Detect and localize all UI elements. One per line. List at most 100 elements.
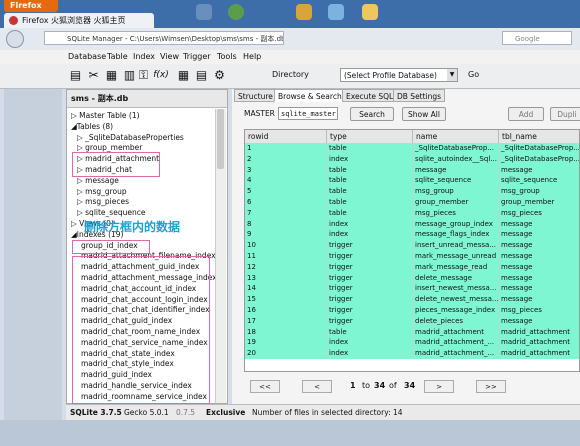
- cell-type[interactable]: table: [327, 186, 413, 197]
- cell-rowid[interactable]: 14: [245, 283, 327, 295]
- back-button[interactable]: [6, 30, 24, 48]
- tools-icon[interactable]: ✂: [86, 68, 101, 83]
- first-page-button[interactable]: <<: [250, 380, 280, 393]
- table-row[interactable]: 20 index madrid_attachment_... madrid_attac…: [245, 348, 579, 359]
- show-all-button[interactable]: Show All: [402, 107, 446, 121]
- cell-name[interactable]: sqlite_sequence: [413, 175, 499, 187]
- cell-rowid[interactable]: 10: [245, 240, 327, 251]
- tab-browse-search[interactable]: Browse & Search: [274, 89, 346, 102]
- cell-tbl-name[interactable]: madrid_attachment: [499, 348, 579, 359]
- table-row[interactable]: 1 table _SqliteDatabaseProp... _SqliteDatab…: [245, 143, 579, 154]
- cell-type[interactable]: trigger: [327, 294, 413, 305]
- menu-tools[interactable]: Tools: [217, 52, 237, 61]
- cell-tbl-name[interactable]: group_member: [499, 197, 579, 208]
- cell-rowid[interactable]: 19: [245, 337, 327, 349]
- app-icon[interactable]: [196, 4, 212, 20]
- cell-name[interactable]: msg_pieces: [413, 207, 499, 219]
- cell-rowid[interactable]: 16: [245, 305, 327, 316]
- table-row[interactable]: 18 table madrid_attachment madrid_attachmen…: [245, 326, 579, 338]
- cell-name[interactable]: insert_newest_messa...: [413, 283, 499, 295]
- table-row[interactable]: 17 trigger delete_pieces message: [245, 315, 579, 327]
- export-icon[interactable]: ▦: [104, 68, 119, 83]
- cell-type[interactable]: trigger: [327, 261, 413, 273]
- cell-tbl-name[interactable]: _SqliteDatabaseProp...: [499, 154, 579, 165]
- cell-name[interactable]: sqlite_autoindex__Sql...: [413, 153, 499, 165]
- cell-rowid[interactable]: 3: [245, 164, 327, 176]
- browser-tab[interactable]: Firefox 火狐浏览器 火狐主页: [4, 13, 154, 28]
- column-header-name[interactable]: name: [413, 130, 499, 143]
- table-row[interactable]: 15 trigger delete_newest_messa... message: [245, 294, 579, 305]
- cell-name[interactable]: delete_message: [413, 272, 499, 284]
- cell-type[interactable]: trigger: [327, 251, 413, 262]
- cell-rowid[interactable]: 20: [245, 348, 327, 359]
- menu-help[interactable]: Help: [243, 52, 261, 61]
- cell-rowid[interactable]: 7: [245, 207, 327, 219]
- cell-name[interactable]: insert_unread_messa...: [413, 240, 499, 251]
- cell-rowid[interactable]: 5: [245, 186, 327, 197]
- cell-name[interactable]: group_member: [413, 197, 499, 208]
- table-row[interactable]: 8 index message_group_index message: [245, 218, 579, 230]
- cell-name[interactable]: delete_pieces: [413, 315, 499, 327]
- profile-database-select[interactable]: (Select Profile Database) ▼: [340, 68, 458, 82]
- menu-view[interactable]: View: [160, 52, 179, 61]
- cell-tbl-name[interactable]: message: [499, 219, 579, 230]
- cell-tbl-name[interactable]: msg_group: [499, 186, 579, 197]
- directory-button[interactable]: Directory: [272, 68, 332, 82]
- prev-page-button[interactable]: <: [302, 380, 332, 393]
- duplicate-button[interactable]: Dupli: [550, 107, 580, 121]
- table-row[interactable]: 3 table message message: [245, 164, 579, 176]
- cell-type[interactable]: table: [327, 164, 413, 176]
- cell-type[interactable]: table: [327, 197, 413, 208]
- next-page-button[interactable]: >: [424, 380, 454, 393]
- table-row[interactable]: 14 trigger insert_newest_messa... message: [245, 283, 579, 295]
- url-bar[interactable]: SQLite Manager - C:\Users\Wimsen\Desktop…: [44, 31, 284, 45]
- search-input[interactable]: Google: [502, 31, 572, 45]
- cell-type[interactable]: trigger: [327, 283, 413, 295]
- cell-tbl-name[interactable]: msg_pieces: [499, 208, 579, 219]
- cell-name[interactable]: mark_message_unread: [413, 251, 499, 262]
- cell-type[interactable]: table: [327, 175, 413, 187]
- app-icon[interactable]: [296, 4, 312, 20]
- cell-name[interactable]: mark_message_read: [413, 261, 499, 273]
- cell-tbl-name[interactable]: msg_pieces: [499, 305, 579, 316]
- cell-type[interactable]: trigger: [327, 240, 413, 251]
- menu-table[interactable]: Table: [107, 52, 128, 61]
- cell-type[interactable]: index: [327, 348, 413, 359]
- function-icon[interactable]: f(x): [152, 68, 170, 83]
- tree-item[interactable]: ▷ message: [71, 176, 221, 187]
- cell-tbl-name[interactable]: message: [499, 165, 579, 176]
- cell-rowid[interactable]: 9: [245, 229, 327, 241]
- cell-rowid[interactable]: 12: [245, 261, 327, 273]
- new-db-icon[interactable]: ▤: [68, 68, 83, 83]
- cell-rowid[interactable]: 8: [245, 218, 327, 230]
- cell-rowid[interactable]: 6: [245, 197, 327, 208]
- tree-item[interactable]: ▷ _SqliteDatabaseProperties: [71, 133, 221, 144]
- table-icon[interactable]: ▥: [122, 68, 137, 83]
- cell-rowid[interactable]: 11: [245, 251, 327, 262]
- cell-tbl-name[interactable]: message: [499, 240, 579, 251]
- cell-type[interactable]: trigger: [327, 315, 413, 327]
- cell-rowid[interactable]: 15: [245, 294, 327, 305]
- cell-name[interactable]: pieces_message_index: [413, 305, 499, 316]
- cell-rowid[interactable]: 4: [245, 175, 327, 187]
- cell-name[interactable]: madrid_attachment_...: [413, 337, 499, 349]
- chevron-down-icon[interactable]: ▼: [447, 69, 457, 81]
- menu-database[interactable]: Database: [68, 52, 106, 61]
- cell-tbl-name[interactable]: message: [499, 283, 579, 294]
- cell-tbl-name[interactable]: madrid_attachment: [499, 337, 579, 348]
- add-button[interactable]: Add: [508, 107, 544, 121]
- cell-rowid[interactable]: 17: [245, 315, 327, 327]
- cell-name[interactable]: message: [413, 164, 499, 176]
- table-row[interactable]: 2 index sqlite_autoindex__Sql... _SqliteDat…: [245, 153, 579, 165]
- cell-tbl-name[interactable]: message: [499, 229, 579, 240]
- cell-tbl-name[interactable]: message: [499, 316, 579, 327]
- tree-item[interactable]: ◢Tables (8): [71, 122, 221, 133]
- cell-type[interactable]: index: [327, 337, 413, 349]
- cell-type[interactable]: index: [327, 153, 413, 165]
- table-row[interactable]: 9 index message_flags_index message: [245, 229, 579, 241]
- cell-tbl-name[interactable]: message: [499, 273, 579, 284]
- cell-type[interactable]: table: [327, 143, 413, 154]
- menu-trigger[interactable]: Trigger: [183, 52, 211, 61]
- table-row[interactable]: 10 trigger insert_unread_messa... message: [245, 240, 579, 251]
- tab-structure[interactable]: Structure: [234, 89, 277, 102]
